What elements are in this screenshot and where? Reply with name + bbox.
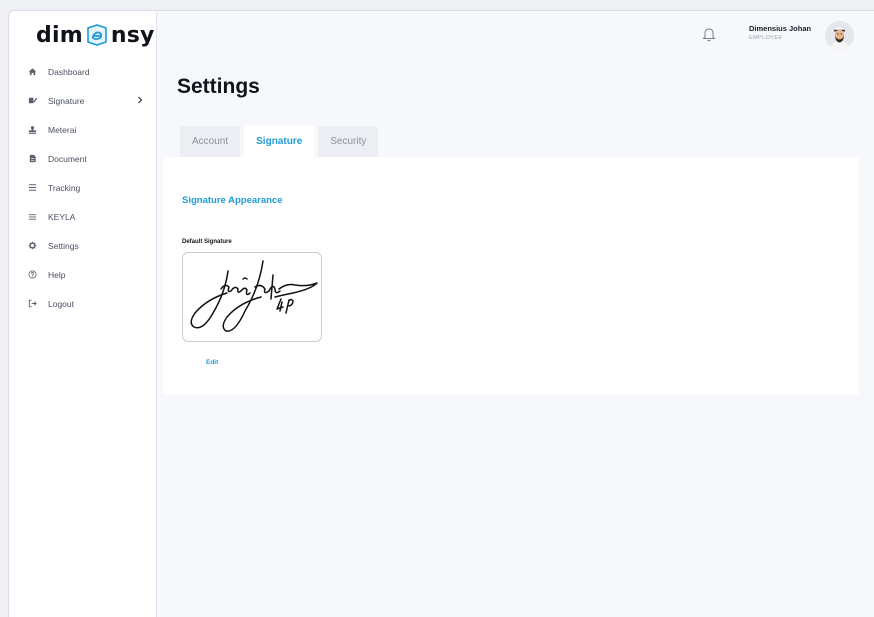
sidebar-nav: Dashboard Signature Meterai Document Tra… <box>9 57 157 318</box>
user-name: Dimensius Johan <box>749 24 812 33</box>
home-icon <box>26 66 38 78</box>
bell-icon[interactable] <box>702 26 716 42</box>
sidebar-item-label: Dashboard <box>48 66 90 77</box>
sidebar-item-help[interactable]: Help <box>9 260 157 289</box>
chevron-right-icon[interactable] <box>135 95 145 105</box>
sidebar-item-tracking[interactable]: Tracking <box>9 173 157 202</box>
tab-signature[interactable]: Signature <box>244 126 315 157</box>
signature-card: Signature Appearance Default Signature E… <box>163 157 859 394</box>
document-icon <box>26 153 38 165</box>
logo-text-right: nsy <box>110 22 155 48</box>
sidebar: dim nsy Dashboard Signature Meterai Docu… <box>9 11 157 617</box>
help-icon <box>26 269 38 281</box>
section-title: Signature Appearance <box>182 195 283 206</box>
stamp-icon <box>26 124 38 136</box>
sidebar-item-label: Settings <box>48 240 79 251</box>
signature-image <box>190 260 318 332</box>
default-signature-label: Default Signature <box>182 239 232 245</box>
sidebar-item-signature[interactable]: Signature <box>9 86 157 115</box>
gear-icon <box>26 240 38 252</box>
logout-icon <box>26 298 38 310</box>
sidebar-item-label: Logout <box>48 298 74 309</box>
sidebar-item-label: KEYLA <box>48 211 76 222</box>
page-title: Settings <box>177 75 260 98</box>
list-icon <box>26 182 38 194</box>
logo-text-left: dim <box>36 22 83 48</box>
edit-signature-link[interactable]: Edit <box>206 359 218 366</box>
avatar[interactable] <box>825 21 854 50</box>
sidebar-item-keyla[interactable]: KEYLA <box>9 202 157 231</box>
sidebar-item-label: Help <box>48 269 66 280</box>
sidebar-item-label: Meterai <box>48 124 77 135</box>
sidebar-item-dashboard[interactable]: Dashboard <box>9 57 157 86</box>
signature-icon <box>26 95 38 107</box>
sidebar-item-logout[interactable]: Logout <box>9 289 157 318</box>
settings-tabs: Account Signature Security <box>180 126 382 157</box>
app-logo[interactable]: dim nsy <box>36 22 155 48</box>
sidebar-item-label: Signature <box>48 95 85 106</box>
logo-mark-icon <box>84 22 110 48</box>
menu-icon <box>26 211 38 223</box>
tab-account[interactable]: Account <box>180 126 241 157</box>
signature-preview[interactable] <box>182 252 322 342</box>
top-bar: Dimensius Johan EMPLOYEE <box>157 11 874 59</box>
sidebar-item-settings[interactable]: Settings <box>9 231 157 260</box>
sidebar-item-meterai[interactable]: Meterai <box>9 115 157 144</box>
sidebar-item-label: Document <box>48 153 87 164</box>
user-role: EMPLOYEE <box>749 35 783 41</box>
tab-security[interactable]: Security <box>318 126 379 157</box>
sidebar-item-label: Tracking <box>48 182 81 193</box>
sidebar-item-document[interactable]: Document <box>9 144 157 173</box>
